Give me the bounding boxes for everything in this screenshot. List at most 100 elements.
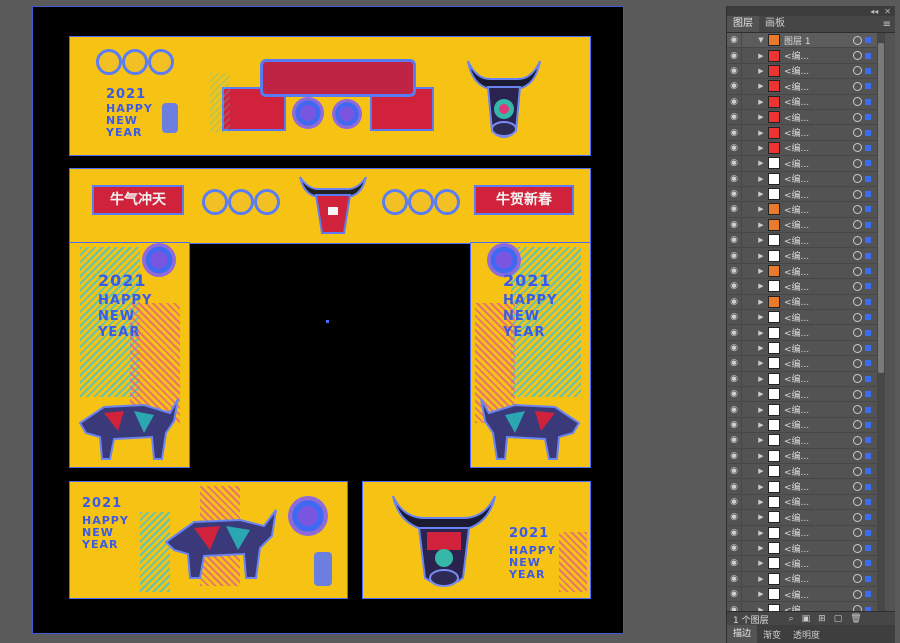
eye-icon[interactable]: ◉ <box>727 266 741 276</box>
chevron-right-icon[interactable]: ▶ <box>754 113 768 121</box>
target-icon[interactable] <box>853 528 862 538</box>
layer-row[interactable]: ◉▶<编... <box>727 386 877 403</box>
selection-indicator[interactable] <box>865 252 871 259</box>
target-icon[interactable] <box>853 128 862 138</box>
target-icon[interactable] <box>853 112 862 122</box>
chevron-right-icon[interactable]: ▶ <box>754 298 768 306</box>
layer-row[interactable]: ◉▶<编... <box>727 602 877 611</box>
lock-toggle[interactable] <box>741 310 754 325</box>
search-icon[interactable]: ⌕ <box>789 614 794 624</box>
chevron-right-icon[interactable]: ▶ <box>754 205 768 213</box>
target-icon[interactable] <box>853 435 862 445</box>
eye-icon[interactable]: ◉ <box>727 420 741 430</box>
selection-indicator[interactable] <box>865 52 871 59</box>
eye-icon[interactable]: ◉ <box>727 35 741 45</box>
selection-indicator[interactable] <box>865 175 871 182</box>
target-icon[interactable] <box>853 235 862 245</box>
chevron-right-icon[interactable]: ▶ <box>754 252 768 260</box>
chevron-right-icon[interactable]: ▶ <box>754 221 768 229</box>
lock-toggle[interactable] <box>741 156 754 171</box>
target-icon[interactable] <box>853 97 862 107</box>
chevron-right-icon[interactable]: ▶ <box>754 175 768 183</box>
lock-toggle[interactable] <box>741 63 754 79</box>
target-icon[interactable] <box>853 81 862 91</box>
layer-row[interactable]: ◉▶<编... <box>727 571 877 588</box>
lock-toggle[interactable] <box>741 109 754 125</box>
target-icon[interactable] <box>853 266 862 276</box>
lock-toggle[interactable] <box>741 140 754 156</box>
chevron-right-icon[interactable]: ▶ <box>754 529 768 537</box>
target-icon[interactable] <box>853 497 862 507</box>
eye-icon[interactable]: ◉ <box>727 482 741 492</box>
layer-row[interactable]: ◉▶<编... <box>727 233 877 249</box>
eye-icon[interactable]: ◉ <box>727 343 741 353</box>
layer-row[interactable]: ◉▶<编... <box>727 186 877 203</box>
layer-row[interactable]: ◉▶<编... <box>727 556 877 572</box>
layer-row[interactable]: ◉▶<编... <box>727 248 877 264</box>
tab-stroke[interactable]: 描边 <box>727 625 758 643</box>
selection-indicator[interactable] <box>865 314 871 321</box>
eye-icon[interactable]: ◉ <box>727 143 741 153</box>
left-pillar-panel[interactable]: 2021 HAPPY NEW YEAR <box>69 242 190 468</box>
target-icon[interactable] <box>853 328 862 338</box>
selection-indicator[interactable] <box>865 206 871 213</box>
scroll-thumb[interactable] <box>878 43 884 373</box>
chevron-right-icon[interactable]: ▶ <box>754 144 768 152</box>
target-icon[interactable] <box>853 558 862 568</box>
layer-row-top[interactable]: ◉ ▼ 图层 1 <box>727 33 877 49</box>
selection-indicator[interactable] <box>865 98 871 105</box>
target-icon[interactable] <box>853 451 862 461</box>
layer-row[interactable]: ◉▶<编... <box>727 79 877 95</box>
tab-layers[interactable]: 图层 <box>727 16 759 32</box>
eye-icon[interactable]: ◉ <box>727 512 741 522</box>
layer-row[interactable]: ◉▶<编... <box>727 279 877 295</box>
selection-indicator[interactable] <box>865 529 871 536</box>
layer-row[interactable]: ◉▶<编... <box>727 94 877 110</box>
selection-indicator[interactable] <box>865 83 871 90</box>
eye-icon[interactable]: ◉ <box>727 358 741 368</box>
arch-top-panel[interactable]: 牛气冲天 牛贺新春 <box>69 168 591 244</box>
target-icon[interactable] <box>853 374 862 384</box>
lock-toggle[interactable] <box>741 79 754 94</box>
chevron-right-icon[interactable]: ▶ <box>754 267 768 275</box>
top-banner-panel[interactable]: 2021 HAPPY NEW YEAR <box>69 36 591 156</box>
selection-indicator[interactable] <box>865 498 871 505</box>
selection-indicator[interactable] <box>865 160 871 167</box>
chevron-right-icon[interactable]: ▶ <box>754 544 768 552</box>
layer-row[interactable]: ◉▶<编... <box>727 325 877 341</box>
layer-row[interactable]: ◉▶<编... <box>727 587 877 603</box>
lock-toggle[interactable] <box>741 94 754 109</box>
eye-icon[interactable]: ◉ <box>727 328 741 338</box>
selection-indicator[interactable] <box>865 406 871 413</box>
panel-menu-icon[interactable]: ≡ <box>883 19 895 30</box>
tab-transparency[interactable]: 透明度 <box>787 628 826 641</box>
lock-toggle[interactable] <box>741 587 754 602</box>
target-icon[interactable] <box>853 358 862 368</box>
layer-row[interactable]: ◉▶<编... <box>727 171 877 187</box>
eye-icon[interactable]: ◉ <box>727 374 741 384</box>
eye-icon[interactable]: ◉ <box>727 220 741 230</box>
chevron-right-icon[interactable]: ▶ <box>754 483 768 491</box>
lock-toggle[interactable] <box>741 510 754 525</box>
eye-icon[interactable]: ◉ <box>727 251 741 261</box>
chevron-right-icon[interactable]: ▶ <box>754 436 768 444</box>
layer-row[interactable]: ◉▶<编... <box>727 109 877 126</box>
target-icon[interactable] <box>853 574 862 584</box>
chevron-right-icon[interactable]: ▶ <box>754 329 768 337</box>
layers-scrollbar[interactable] <box>877 33 885 611</box>
target-icon[interactable] <box>853 466 862 476</box>
layer-row[interactable]: ◉▶<编... <box>727 340 877 357</box>
selection-indicator[interactable] <box>865 391 871 398</box>
layer-row[interactable]: ◉▶<编... <box>727 263 877 280</box>
target-icon[interactable] <box>853 189 862 199</box>
eye-icon[interactable]: ◉ <box>727 528 741 538</box>
eye-icon[interactable]: ◉ <box>727 51 741 61</box>
eye-icon[interactable]: ◉ <box>727 81 741 91</box>
eye-icon[interactable]: ◉ <box>727 128 741 138</box>
layer-row[interactable]: ◉▶<编... <box>727 463 877 480</box>
eye-icon[interactable]: ◉ <box>727 112 741 122</box>
collapse-icon[interactable]: ◂◂ <box>870 7 878 16</box>
selection-indicator[interactable] <box>865 375 871 382</box>
lock-toggle[interactable] <box>741 556 754 571</box>
chevron-right-icon[interactable]: ▶ <box>754 98 768 106</box>
